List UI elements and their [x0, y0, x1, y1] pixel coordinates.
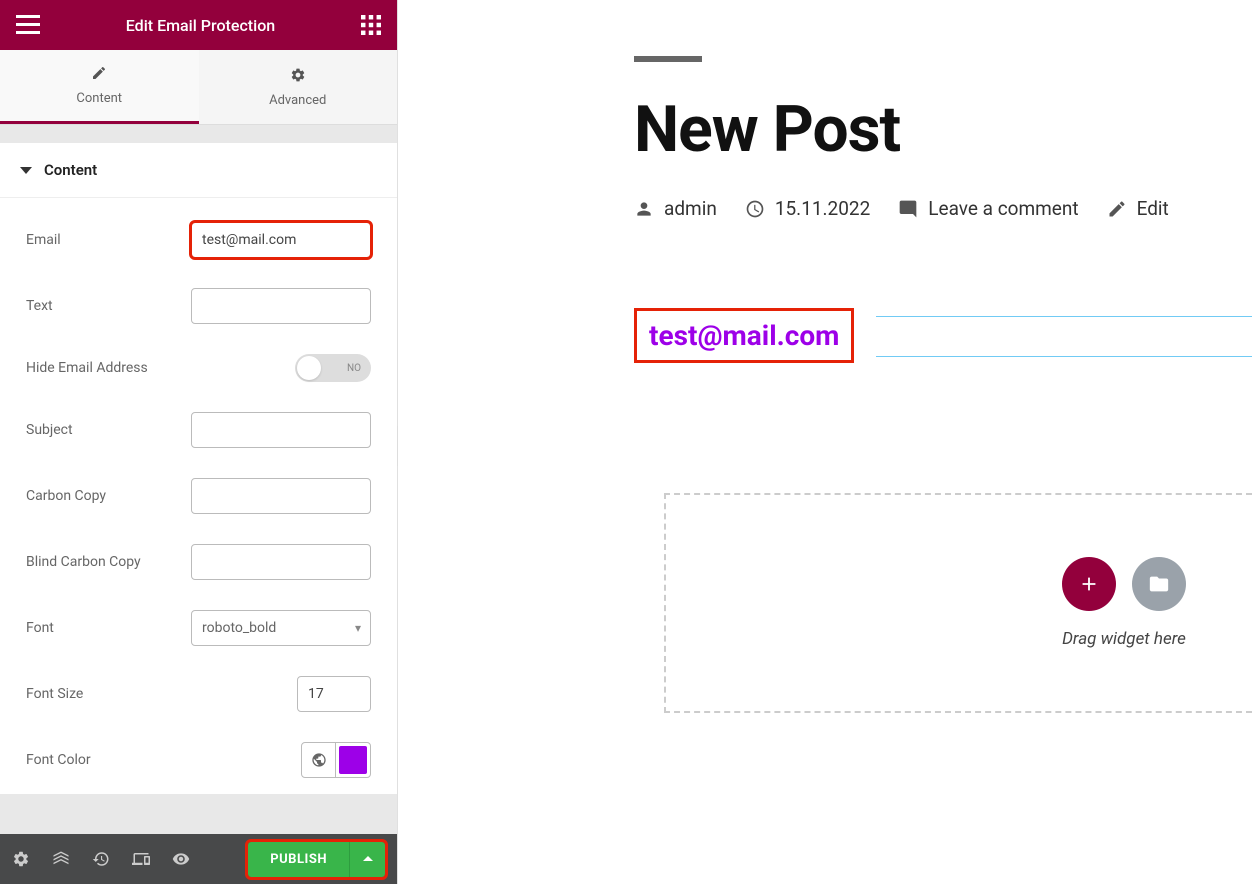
post-title: New Post [634, 92, 1252, 167]
field-subject: Subject [26, 412, 371, 448]
tab-content-label: Content [76, 91, 122, 106]
hide-email-label: Hide Email Address [26, 360, 295, 376]
template-button[interactable] [1132, 557, 1186, 611]
field-hide-email: Hide Email Address NO [26, 354, 371, 382]
edit-icon [1107, 199, 1127, 219]
field-cc: Carbon Copy [26, 478, 371, 514]
menu-icon[interactable] [16, 15, 40, 35]
globe-icon[interactable] [302, 743, 336, 777]
email-label: Email [26, 232, 191, 248]
section-title: Content [44, 161, 97, 179]
hide-email-toggle[interactable]: NO [295, 354, 371, 382]
dropzone-label: Drag widget here [1062, 629, 1186, 649]
panel-header: Edit Email Protection [0, 0, 397, 50]
fontsize-input[interactable] [297, 676, 371, 712]
history-icon[interactable] [92, 850, 110, 868]
field-fontcolor: Font Color [26, 742, 371, 778]
publish-options-button[interactable] [349, 842, 385, 877]
settings-icon[interactable] [12, 850, 30, 868]
author-name: admin [664, 197, 717, 220]
add-widget-button[interactable] [1062, 557, 1116, 611]
selection-border [876, 356, 1252, 357]
apps-grid-icon[interactable] [361, 15, 381, 35]
font-label: Font [26, 620, 191, 636]
navigator-icon[interactable] [52, 850, 70, 868]
gear-icon [290, 67, 306, 87]
separator [0, 794, 397, 834]
selection-border [876, 316, 1252, 317]
comment-link: Leave a comment [928, 197, 1078, 220]
preview-icon[interactable] [172, 850, 190, 868]
cc-input[interactable] [191, 478, 371, 514]
panel-title: Edit Email Protection [126, 16, 275, 35]
bottom-toolbar: PUBLISH [0, 834, 397, 884]
meta-author[interactable]: admin [634, 197, 717, 220]
toggle-value: NO [347, 363, 361, 374]
fontcolor-label: Font Color [26, 752, 301, 768]
meta-edit[interactable]: Edit [1107, 197, 1169, 220]
section-header[interactable]: Content [0, 143, 397, 198]
field-text: Text [26, 288, 371, 324]
field-fontsize: Font Size [26, 676, 371, 712]
meta-date[interactable]: 15.11.2022 [745, 197, 870, 220]
text-label: Text [26, 298, 191, 314]
email-widget[interactable]: test@mail.com [634, 308, 1252, 363]
bcc-label: Blind Carbon Copy [26, 554, 191, 570]
tab-content[interactable]: Content [0, 50, 199, 124]
field-email: Email [26, 222, 371, 258]
field-bcc: Blind Carbon Copy [26, 544, 371, 580]
post-divider [634, 56, 702, 62]
text-input[interactable] [191, 288, 371, 324]
panel-tabs: Content Advanced [0, 50, 397, 125]
separator [0, 125, 397, 143]
fontsize-label: Font Size [26, 686, 297, 702]
color-swatch[interactable] [339, 746, 367, 774]
widget-dropzone[interactable]: Drag widget here [664, 493, 1252, 713]
clock-icon [745, 199, 765, 219]
comment-icon [898, 199, 918, 219]
plus-icon [1078, 573, 1100, 595]
bcc-input[interactable] [191, 544, 371, 580]
tab-advanced-label: Advanced [269, 93, 326, 108]
post-date: 15.11.2022 [775, 197, 870, 220]
caret-down-icon [20, 167, 32, 174]
font-select[interactable]: roboto_bold [191, 610, 371, 646]
subject-label: Subject [26, 422, 191, 438]
color-picker [301, 742, 371, 778]
tab-advanced[interactable]: Advanced [199, 50, 398, 124]
editor-panel: Edit Email Protection Content Advanced C… [0, 0, 398, 884]
preview-canvas: New Post admin 15.11.2022 Leave a commen… [398, 0, 1252, 884]
email-input[interactable] [191, 222, 371, 258]
edit-link: Edit [1137, 197, 1169, 220]
email-preview-text: test@mail.com [649, 319, 839, 352]
field-font: Font roboto_bold ▾ [26, 610, 371, 646]
publish-button[interactable]: PUBLISH [248, 842, 349, 877]
email-block: test@mail.com [634, 308, 854, 363]
person-icon [634, 199, 654, 219]
pencil-icon [91, 65, 107, 85]
responsive-icon[interactable] [132, 850, 150, 868]
toggle-knob [297, 356, 321, 380]
publish-group: PUBLISH [248, 842, 385, 877]
post-meta: admin 15.11.2022 Leave a comment Edit [634, 197, 1252, 220]
meta-comment[interactable]: Leave a comment [898, 197, 1078, 220]
subject-input[interactable] [191, 412, 371, 448]
folder-icon [1148, 573, 1170, 595]
cc-label: Carbon Copy [26, 488, 191, 504]
form-body: Email Text Hide Email Address NO Subject… [0, 198, 397, 794]
